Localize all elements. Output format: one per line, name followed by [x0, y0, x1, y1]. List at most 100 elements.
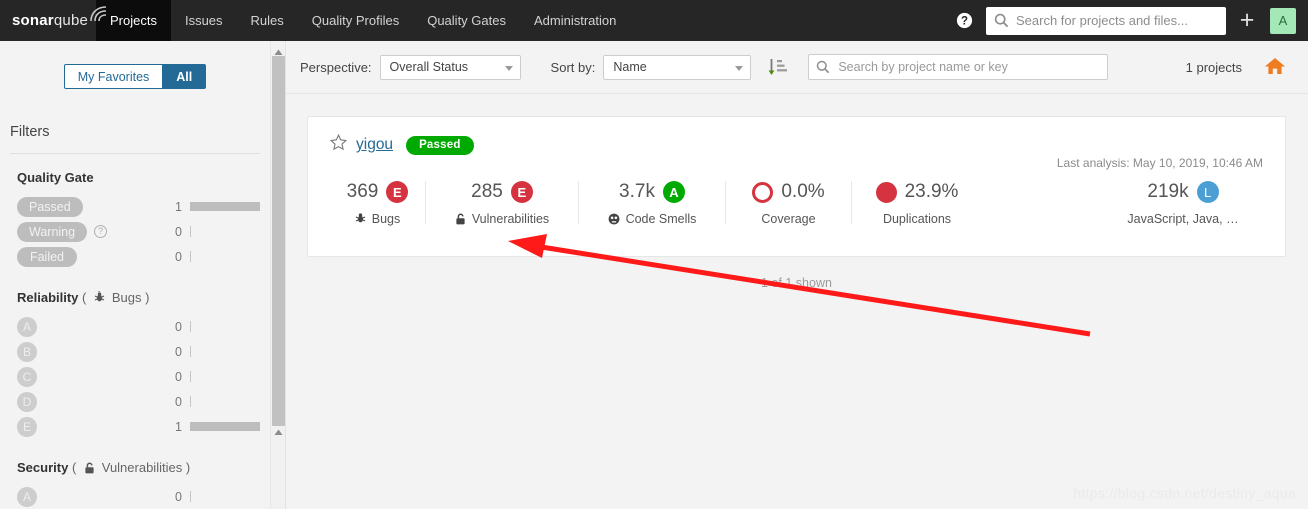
rating-circle: A — [17, 486, 37, 507]
metric-label-row: Bugs — [330, 212, 425, 226]
facet-row-rating-b[interactable]: B 0 — [10, 339, 260, 364]
facet-row-rating-e[interactable]: E 1 — [10, 414, 260, 439]
metric-value-row: 285 E — [426, 179, 578, 205]
scroll-down-arrow-icon[interactable] — [274, 423, 283, 441]
rating-circle: C — [17, 366, 37, 387]
avatar[interactable]: A — [1270, 7, 1296, 34]
nav-item-issues[interactable]: Issues — [171, 0, 237, 41]
bug-icon — [90, 290, 108, 305]
metric-duplications[interactable]: 23.9% Duplications — [852, 179, 982, 226]
favorites-toggle: My Favorites All — [0, 64, 270, 89]
facet-bar-wrap — [190, 251, 260, 262]
facet-bar — [190, 321, 191, 332]
facet-row-security-a[interactable]: A 0 — [10, 484, 260, 509]
rating-circle: B — [17, 341, 37, 362]
metric-value-row: 23.9% — [852, 179, 982, 205]
sort-ascending-icon[interactable] — [768, 57, 788, 77]
metric-label: Coverage — [761, 212, 816, 226]
projects-list: yigou Passed Last analysis: May 10, 2019… — [286, 94, 1308, 290]
metric-label: Bugs — [371, 212, 401, 226]
facet-title: Security ( Vulnerabilities ) — [17, 460, 260, 475]
project-search[interactable] — [808, 54, 1109, 80]
project-card[interactable]: yigou Passed Last analysis: May 10, 2019… — [307, 116, 1286, 257]
home-icon[interactable] — [1264, 56, 1286, 78]
facet-bar-wrap — [190, 346, 260, 357]
facet-title-text: Reliability — [17, 290, 79, 305]
toggle-all[interactable]: All — [162, 64, 207, 89]
metric-value-row: 0.0% — [726, 179, 851, 205]
metric-label-row: Duplications — [852, 212, 982, 226]
facet-bar — [190, 396, 191, 407]
add-button[interactable]: + — [1230, 4, 1264, 38]
metric-coverage[interactable]: 0.0% Coverage — [726, 179, 851, 226]
top-navbar: sonarqube Projects Issues Rules Quality … — [0, 0, 1308, 41]
rating-badge: E — [510, 181, 533, 203]
toggle-my-favorites[interactable]: My Favorites — [63, 64, 163, 89]
global-search[interactable] — [986, 6, 1226, 35]
global-search-input[interactable] — [1014, 12, 1214, 29]
project-metrics: 369 E Bugs 285 E Vulnerabilities 3.7k A … — [330, 179, 1263, 226]
metric-code-smells[interactable]: 3.7k A Code Smells — [579, 179, 725, 226]
facet-row-passed[interactable]: Passed 1 — [10, 194, 260, 219]
facet-count: 0 — [175, 249, 182, 264]
facet-bar-wrap — [190, 371, 260, 382]
search-icon — [816, 60, 830, 79]
logo-bold: sonar — [12, 12, 54, 29]
metric-languages[interactable]: 219k L JavaScript, Java, … — [1103, 179, 1263, 226]
perspective-select[interactable]: Overall Status — [379, 54, 521, 80]
lock-icon — [80, 460, 98, 475]
facet-bar — [190, 226, 191, 237]
facet-bar — [190, 251, 191, 262]
search-icon — [994, 13, 1009, 33]
scrollbar-thumb[interactable] — [272, 56, 285, 426]
logo-arcs-icon — [89, 5, 111, 28]
metric-label-row: Code Smells — [579, 212, 725, 226]
nav-item-administration[interactable]: Administration — [520, 0, 630, 41]
rating-badge: A — [662, 181, 685, 203]
nav-item-quality-gates[interactable]: Quality Gates — [413, 0, 520, 41]
facet-count: 0 — [175, 369, 182, 384]
facet-row-rating-d[interactable]: D 0 — [10, 389, 260, 414]
lock-icon — [455, 212, 466, 226]
facet-row-rating-a[interactable]: A 0 — [10, 314, 260, 339]
sort-label: Sort by: — [550, 59, 596, 75]
facet-row-failed[interactable]: Failed 0 — [10, 244, 260, 269]
facet-bar — [190, 346, 191, 357]
help-icon[interactable]: ? — [950, 7, 978, 35]
help-icon[interactable]: ? — [94, 225, 108, 238]
facet-bar-wrap — [190, 226, 260, 237]
facet-bar — [190, 371, 191, 382]
rating-badge: E — [386, 181, 409, 203]
project-search-input[interactable] — [836, 59, 1095, 75]
facet-row-warning[interactable]: Warning ? 0 — [10, 219, 260, 244]
facet-subtitle: ( Vulnerabilities ) — [71, 460, 191, 475]
metric-vulnerabilities[interactable]: 285 E Vulnerabilities — [426, 179, 578, 226]
sidebar-scrollbar[interactable] — [270, 41, 285, 509]
project-name-link[interactable]: yigou — [356, 136, 393, 154]
facet-row-rating-c[interactable]: C 0 — [10, 364, 260, 389]
navbar-right: ? + A — [950, 4, 1308, 38]
logo-light: qube — [53, 12, 89, 29]
sort-select[interactable]: Name — [603, 54, 752, 80]
project-card-header: yigou Passed — [329, 133, 1263, 156]
logo-text: sonarqube — [12, 12, 88, 29]
nav-items: Projects Issues Rules Quality Profiles Q… — [96, 0, 630, 41]
facet-bar-wrap — [190, 422, 260, 431]
metric-value: 0.0% — [781, 181, 825, 202]
nav-item-rules[interactable]: Rules — [237, 0, 298, 41]
facet-reliability: Reliability ( Bugs ) A 0 B 0 C 0 D 0 E 1 — [0, 290, 270, 439]
pill-passed: Passed — [17, 196, 83, 217]
facet-title: Quality Gate — [17, 170, 260, 185]
metric-value-row: 369 E — [330, 179, 425, 205]
nav-item-quality-profiles[interactable]: Quality Profiles — [298, 0, 413, 41]
facet-subtitle: ( Bugs ) — [82, 290, 150, 305]
star-outline-icon[interactable] — [329, 133, 348, 156]
facet-count: 0 — [175, 489, 182, 504]
metric-bugs[interactable]: 369 E Bugs — [330, 179, 425, 226]
sonarqube-logo[interactable]: sonarqube — [0, 0, 107, 41]
rating-circle: A — [17, 316, 37, 337]
sort-value: Name — [613, 60, 647, 74]
projects-toolbar: Perspective: Overall Status Sort by: Nam… — [286, 41, 1308, 94]
facet-count: 0 — [175, 344, 182, 359]
duplications-donut-icon — [875, 181, 897, 203]
